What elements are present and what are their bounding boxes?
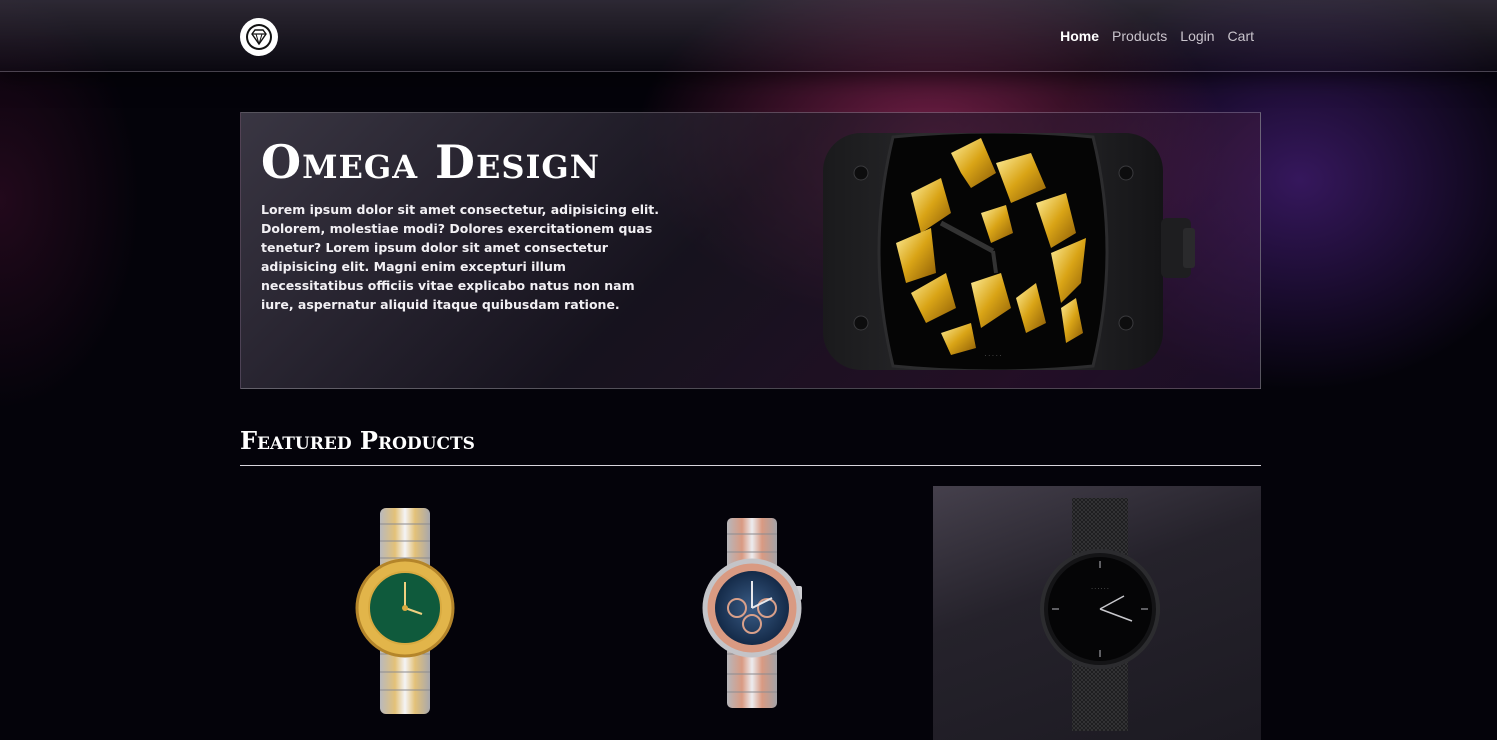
navbar: Home Products Login Cart [0, 0, 1497, 72]
nav-login-link[interactable]: Login [1180, 28, 1214, 44]
product-image-chronograph-watch [702, 518, 802, 708]
svg-text:· · · · ·: · · · · · [984, 353, 1001, 360]
nav-products-link[interactable]: Products [1112, 28, 1167, 44]
product-image-black-mesh-watch: · · · · · · [1040, 498, 1160, 731]
svg-text:· · · · · ·: · · · · · · [1091, 586, 1109, 592]
diamond-icon [246, 24, 272, 50]
hero-description: Lorem ipsum dolor sit amet consectetur, … [261, 202, 660, 312]
hero-title: Omega Design [261, 135, 600, 189]
nav-home-link[interactable]: Home [1060, 28, 1099, 44]
section-divider [240, 465, 1261, 466]
logo[interactable] [240, 18, 278, 56]
product-card[interactable]: · · · · · · [933, 486, 1261, 740]
product-card[interactable] [240, 486, 570, 740]
hero-banner: Omega Design Lorem ipsum dolor sit amet … [240, 112, 1261, 389]
product-card[interactable] [587, 486, 917, 740]
product-image-gold-watch [355, 508, 455, 714]
hero-watch-image: · · · · · [823, 133, 1195, 370]
featured-products-title: Featured Products [240, 426, 475, 455]
nav-cart-link[interactable]: Cart [1228, 28, 1254, 44]
nav-links: Home Products Login Cart [1060, 28, 1254, 44]
